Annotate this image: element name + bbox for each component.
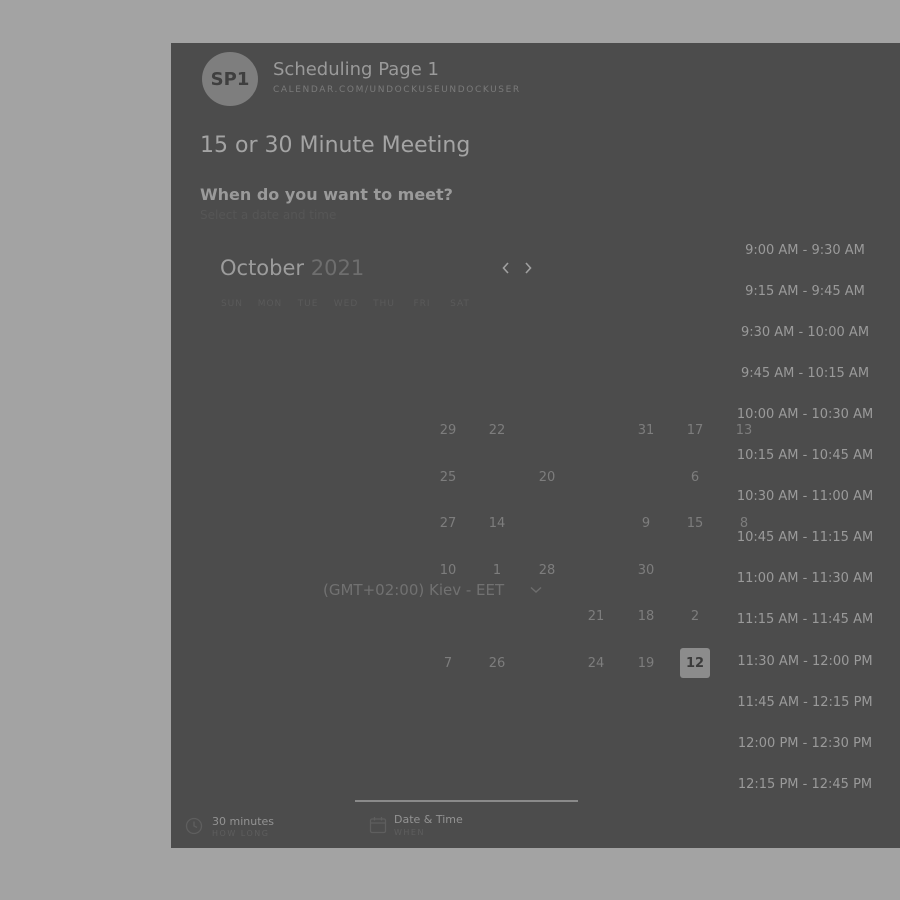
time-slot[interactable]: 11:00 AM - 11:30 AM bbox=[710, 564, 900, 594]
chevron-down-icon[interactable] bbox=[529, 582, 543, 598]
calendar-day[interactable]: 6 bbox=[680, 462, 710, 492]
weekday-label: WED bbox=[333, 299, 359, 309]
calendar-icon bbox=[369, 816, 387, 834]
weekday-label: SAT bbox=[450, 299, 470, 309]
calendar-year: 2021 bbox=[310, 256, 365, 280]
weekday-label: THU bbox=[373, 299, 395, 309]
time-slot[interactable]: 9:30 AM - 10:00 AM bbox=[710, 317, 900, 347]
time-slot[interactable]: 12:00 PM - 12:30 PM bbox=[710, 728, 900, 758]
weekday-header: SUN MON TUE WED THU FRI SAT bbox=[213, 299, 479, 309]
time-slot[interactable]: 11:45 AM - 12:15 PM bbox=[710, 687, 900, 717]
scheduling-page-url[interactable]: CALENDAR.COM/UNDOCKUSEUNDOCKUSER bbox=[273, 85, 521, 95]
time-slot[interactable]: 11:15 AM - 11:45 AM bbox=[710, 605, 900, 635]
calendar-day[interactable]: 31 bbox=[631, 415, 661, 445]
calendar-day[interactable]: 18 bbox=[631, 601, 661, 631]
chevron-left-icon bbox=[502, 262, 509, 274]
weekday-label: MON bbox=[257, 299, 283, 309]
calendar-day[interactable]: 2 bbox=[680, 601, 710, 631]
calendar-day[interactable]: 28 bbox=[532, 555, 562, 585]
weekday-label: TUE bbox=[297, 299, 319, 309]
time-slot[interactable]: 12:15 PM - 12:45 PM bbox=[710, 769, 900, 799]
weekday-label: SUN bbox=[220, 299, 244, 309]
next-month-button[interactable] bbox=[521, 259, 535, 277]
calendar-day[interactable]: 14 bbox=[482, 508, 512, 538]
scheduling-panel: SP1 Scheduling Page 1 CALENDAR.COM/UNDOC… bbox=[171, 43, 900, 848]
prev-month-button[interactable] bbox=[499, 259, 513, 277]
clock-icon bbox=[185, 817, 203, 835]
calendar-month: October bbox=[220, 256, 305, 280]
time-slot[interactable]: 10:30 AM - 11:00 AM bbox=[710, 482, 900, 512]
duration-sub: HOW LONG bbox=[212, 829, 270, 838]
time-slot[interactable]: 9:45 AM - 10:15 AM bbox=[710, 358, 900, 388]
calendar-day[interactable]: 22 bbox=[482, 415, 512, 445]
time-slot[interactable]: 10:00 AM - 10:30 AM bbox=[710, 399, 900, 429]
calendar-day[interactable]: 30 bbox=[631, 555, 661, 585]
calendar-day[interactable]: 9 bbox=[631, 508, 661, 538]
avatar: SP1 bbox=[202, 52, 258, 106]
calendar-month-year: October 2021 bbox=[220, 256, 364, 280]
meeting-title: 15 or 30 Minute Meeting bbox=[200, 133, 471, 158]
timezone-select[interactable]: (GMT+02:00) Kiev - EET bbox=[323, 581, 504, 599]
time-slot[interactable]: 11:30 AM - 12:00 PM bbox=[710, 646, 900, 676]
calendar-day[interactable]: 27 bbox=[433, 508, 463, 538]
calendar-day[interactable]: 15 bbox=[680, 508, 710, 538]
calendar-day[interactable]: 29 bbox=[433, 415, 463, 445]
calendar-day[interactable]: 20 bbox=[532, 462, 562, 492]
calendar-day[interactable]: 17 bbox=[680, 415, 710, 445]
time-slot[interactable]: 10:45 AM - 11:15 AM bbox=[710, 523, 900, 553]
scheduling-page-name: Scheduling Page 1 bbox=[273, 59, 439, 80]
date-time-sub: WHEN bbox=[394, 828, 425, 837]
time-slot[interactable]: 10:15 AM - 10:45 AM bbox=[710, 441, 900, 471]
calendar-day[interactable]: 7 bbox=[433, 648, 463, 678]
active-step-indicator bbox=[355, 800, 578, 802]
weekday-label: FRI bbox=[413, 299, 431, 309]
calendar-day[interactable]: 25 bbox=[433, 462, 463, 492]
duration-label: 30 minutes bbox=[212, 815, 275, 828]
meet-subtitle: Select a date and time bbox=[200, 208, 337, 222]
calendar-day[interactable]: 26 bbox=[482, 648, 512, 678]
calendar-day[interactable]: 24 bbox=[581, 648, 611, 678]
time-slot[interactable]: 9:15 AM - 9:45 AM bbox=[710, 276, 900, 306]
calendar-day-selected[interactable]: 12 bbox=[680, 648, 710, 678]
chevron-right-icon bbox=[525, 262, 532, 274]
calendar-day[interactable]: 21 bbox=[581, 601, 611, 631]
date-time-label[interactable]: Date & Time bbox=[394, 813, 463, 826]
time-slot[interactable]: 9:00 AM - 9:30 AM bbox=[710, 235, 900, 265]
meet-question: When do you want to meet? bbox=[200, 185, 453, 204]
calendar-day[interactable]: 19 bbox=[631, 648, 661, 678]
